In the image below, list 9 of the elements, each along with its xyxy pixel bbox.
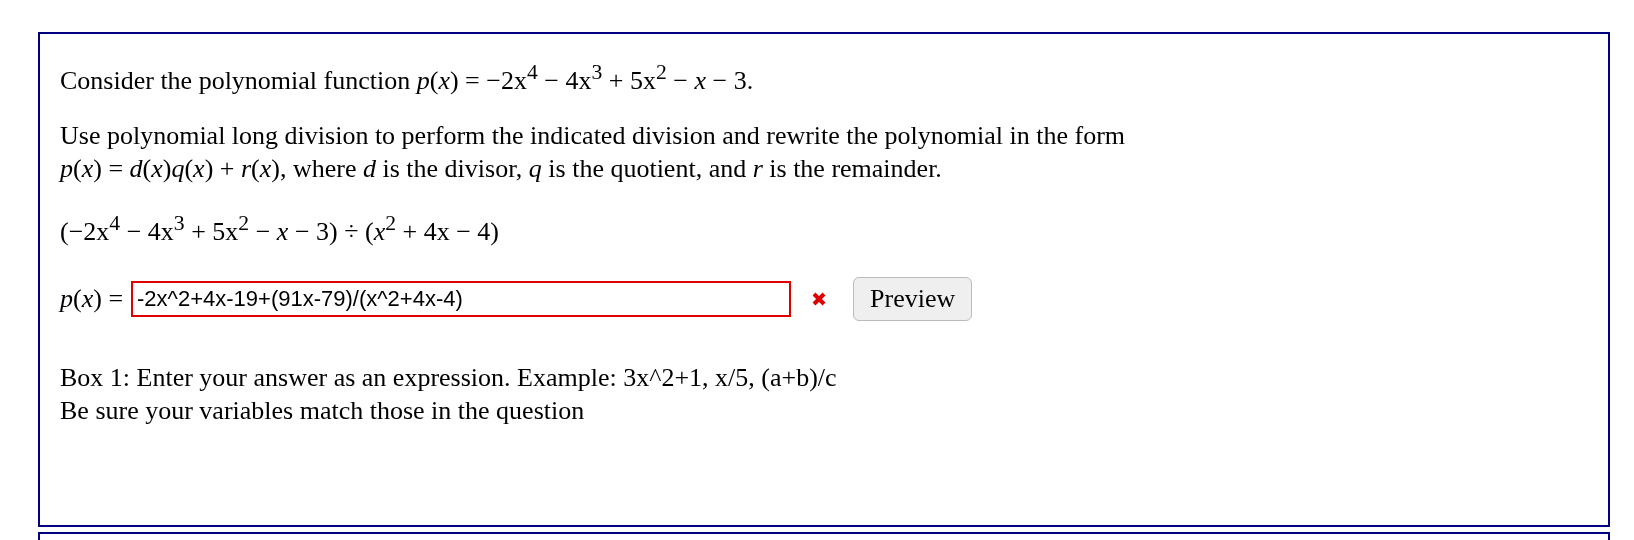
- preview-button[interactable]: Preview: [853, 277, 973, 322]
- hint-text: Box 1: Enter your answer as an expression. Example: 3x^2+1, x/5, (a+b)/c: [60, 362, 838, 395]
- answer-label: p(x) =: [60, 284, 124, 315]
- question-instruction: Use polynomial long division to perform the indicated division and rewrite the polynomial in the form p(x) = d(x)q(x) + r(x), where d is the divisor, q is the quotient, and r is the remainder.: [60, 119, 1127, 185]
- division-expression: (−2x$^{4}$ − 4x$^{3}$ + 5x$^{2}$ − x − 3) ÷ (x$^{2}$ + 4x − 4): [60, 209, 500, 248]
- hint-text: Be sure your variables match those in the question: [60, 395, 586, 428]
- answer-field[interactable]: -2x^2+4x-19+(91x-79)/(x^2+4x-4): [131, 281, 792, 318]
- question-intro: Consider the polynomial function p(x) = −2x$^{4}$ − 4x$^{3}$ + 5x$^{2}$ − x − 3.: [60, 59, 755, 97]
- cross-icon: [811, 291, 828, 308]
